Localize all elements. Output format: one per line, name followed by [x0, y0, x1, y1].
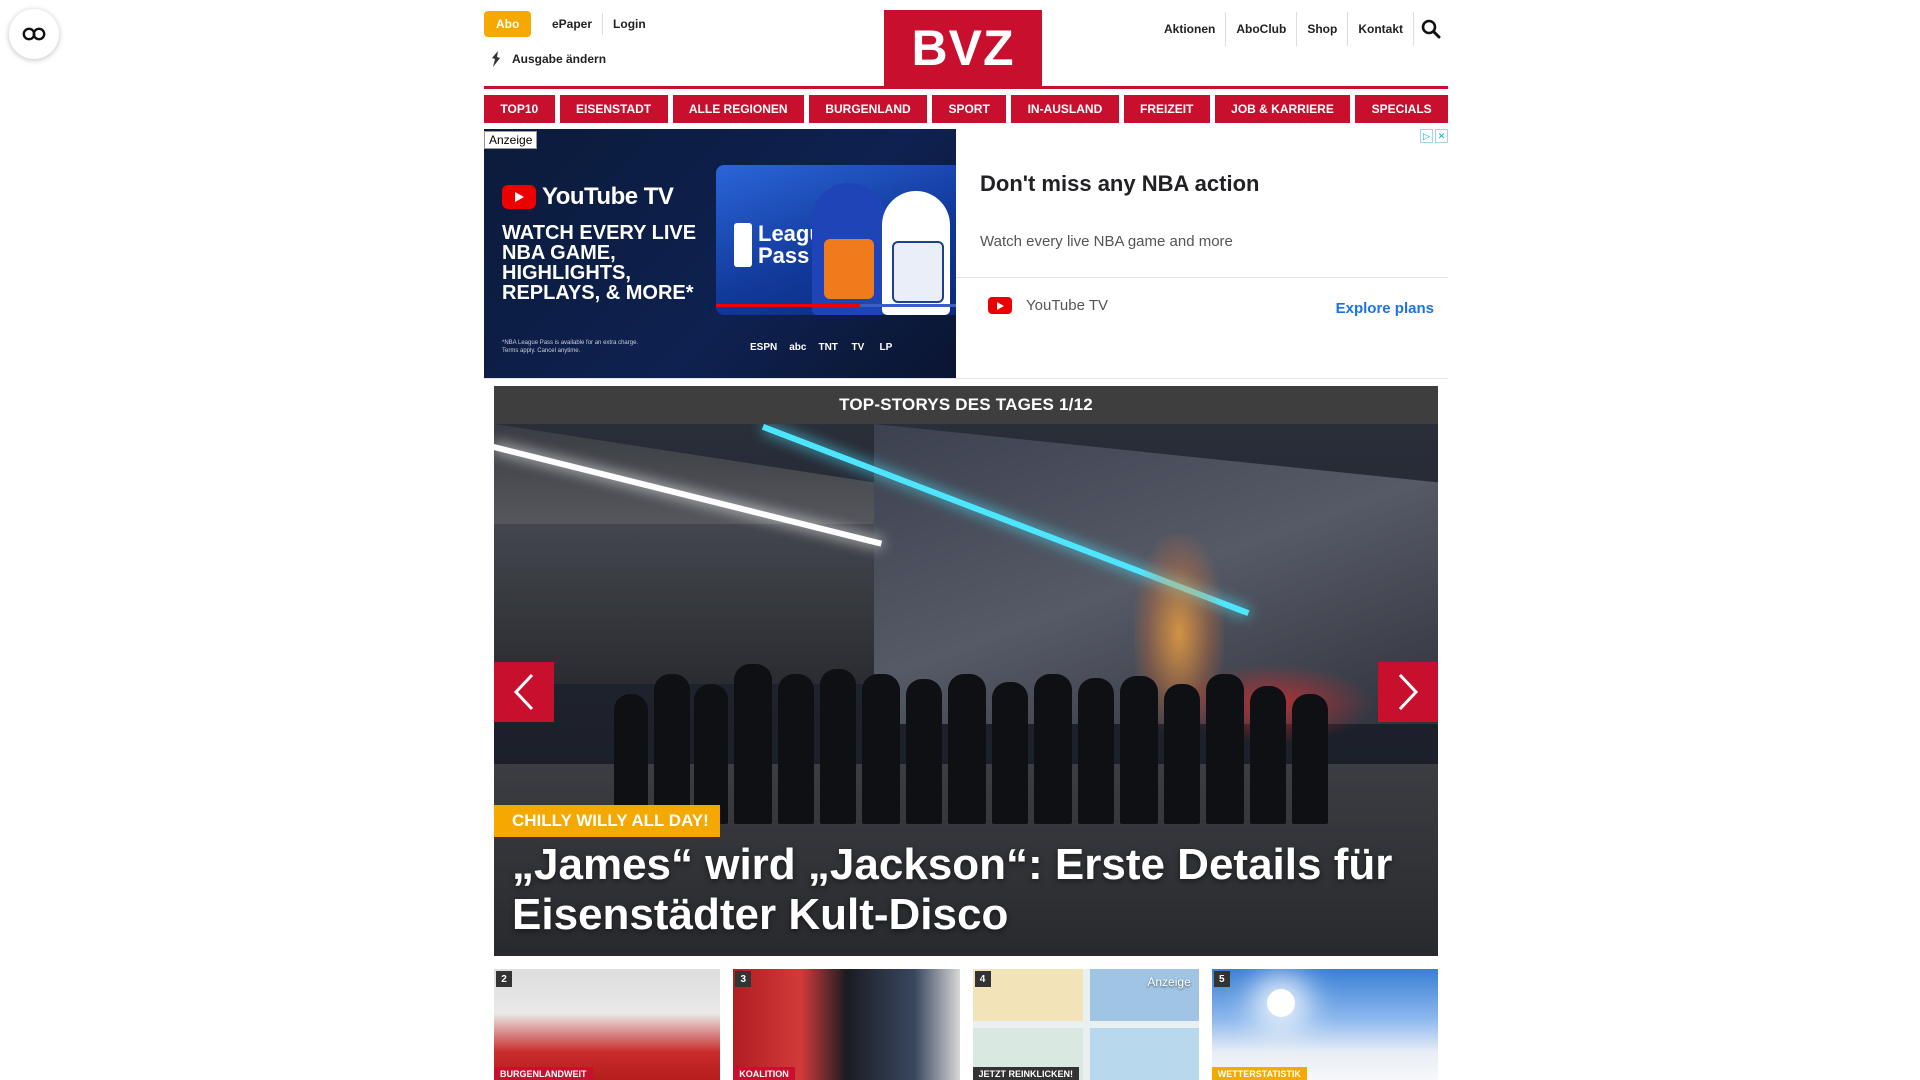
ad-headline: WATCH EVERY LIVE NBA GAME, HIGHLIGHTS, R… [502, 222, 697, 304]
abo-button[interactable]: Abo [484, 11, 532, 37]
network-logo: LP [879, 341, 893, 353]
main-navigation: TOP10 EISENSTADT ALLE REGIONEN BURGENLAN… [484, 95, 1449, 123]
video-progress [716, 304, 956, 307]
previous-slide-button[interactable] [494, 662, 554, 722]
close-icon[interactable]: ✕ [1435, 129, 1448, 143]
sun-image [1266, 989, 1295, 1017]
top-stories: TOP-STORYS DES TAGES 1/12 CHILLY WILLY A… [494, 386, 1438, 956]
ad-fine-print: *NBA League Pass is available for an ext… [502, 340, 639, 354]
shop-link[interactable]: Shop [1296, 12, 1347, 46]
edition-icon [492, 51, 500, 67]
player-image [812, 183, 886, 315]
change-edition-link[interactable]: Ausgabe ändern [490, 50, 606, 68]
nav-job-karriere[interactable]: JOB & KARRIERE [1214, 95, 1351, 123]
next-slide-button[interactable] [1378, 662, 1438, 722]
story-thumbnail[interactable]: 2 BURGENLANDWEIT [494, 969, 721, 1080]
ad-title[interactable]: Don't miss any NBA action [980, 171, 1259, 197]
nav-eisenstadt[interactable]: EISENSTADT [559, 95, 668, 123]
thumbnail-number: 5 [1213, 971, 1230, 987]
ad-creative[interactable]: Anzeige YouTube TV WATCH EVERY LIVE NBA … [484, 129, 956, 378]
nav-specials[interactable]: SPECIALS [1355, 95, 1449, 123]
ad-text-panel[interactable]: ▷ ✕ Don't miss any NBA action Watch ever… [956, 129, 1448, 378]
chevron-left-icon [513, 673, 534, 711]
thumbnail-category: BURGENLANDWEIT [494, 1067, 593, 1080]
ad-advertiser: YouTube TV [988, 297, 1108, 314]
network-logo: TNT [818, 341, 838, 353]
ad-label: Anzeige [484, 131, 538, 149]
story-thumbnail[interactable]: 4 Anzeige JETZT REINKLICKEN! [972, 969, 1199, 1080]
network-logo: abc [789, 341, 807, 353]
glasses-icon [22, 27, 46, 41]
nav-top10[interactable]: TOP10 [484, 95, 555, 123]
nba-logo-icon [734, 223, 752, 267]
nav-in-ausland[interactable]: IN-AUSLAND [1011, 95, 1119, 123]
thumbnail-category: WETTERSTATISTIK [1211, 1067, 1307, 1080]
youtube-tv-logo: YouTube TV [502, 183, 674, 211]
ad-league-pass-panel: League Pass [716, 165, 956, 315]
epaper-link[interactable]: ePaper [542, 13, 602, 35]
advertisement[interactable]: Anzeige YouTube TV WATCH EVERY LIVE NBA … [484, 129, 1448, 379]
top-links: ePaper Login [542, 13, 656, 35]
league-pass-badge: League Pass [734, 221, 836, 268]
divider [956, 277, 1448, 278]
story-thumbnail[interactable]: 3 KOALITION [733, 969, 960, 1080]
thumbnail-number: 3 [735, 971, 752, 987]
chevron-right-icon [1398, 673, 1419, 711]
nav-alle-regionen[interactable]: ALLE REGIONEN [672, 95, 804, 123]
page-container: Abo ePaper Login Ausgabe ändern BVZ Akti… [484, 0, 1449, 379]
youtube-icon [988, 297, 1012, 314]
top-stories-heading: TOP-STORYS DES TAGES 1/12 [494, 386, 1438, 424]
kontakt-link[interactable]: Kontakt [1347, 12, 1413, 46]
ad-advertiser-name: YouTube TV [1026, 297, 1109, 314]
ad-label: Anzeige [1147, 975, 1191, 989]
thumbnail-category: JETZT REINKLICKEN! [972, 1067, 1079, 1080]
crowd [614, 644, 1334, 824]
network-logos: ESPN abc TNT TV LP [750, 339, 894, 355]
header-right-links: Aktionen AboClub Shop Kontakt [1154, 12, 1448, 46]
search-icon [1421, 19, 1441, 39]
story-thumbnails: 2 BURGENLANDWEIT 3 KOALITION 4 Anzeige J… [494, 969, 1438, 1080]
story-headline[interactable]: „James“ wird „Jackson“: Erste Details fü… [512, 840, 1412, 940]
network-logo: ESPN [750, 341, 778, 353]
story-kicker: CHILLY WILLY ALL DAY! [494, 805, 720, 837]
ad-choices[interactable]: ▷ ✕ [1420, 129, 1448, 143]
site-logo[interactable]: BVZ [884, 10, 1042, 86]
video-progress-fill [716, 304, 860, 307]
league-pass-label: League Pass [758, 221, 836, 268]
ad-brand-text: YouTube TV [542, 183, 674, 210]
story-thumbnail[interactable]: 5 WETTERSTATISTIK [1211, 969, 1438, 1080]
adchoices-icon[interactable]: ▷ [1420, 129, 1433, 143]
thumbnail-number: 4 [974, 971, 991, 987]
story-slide[interactable]: CHILLY WILLY ALL DAY! „James“ wird „Jack… [494, 424, 1438, 956]
nav-freizeit[interactable]: FREIZEIT [1123, 95, 1210, 123]
site-header: Abo ePaper Login Ausgabe ändern BVZ Akti… [484, 0, 1448, 89]
explore-plans-link[interactable]: Explore plans [1336, 300, 1434, 317]
thumbnail-number: 2 [496, 971, 512, 987]
change-edition-label: Ausgabe ändern [512, 52, 607, 66]
ad-description: Watch every live NBA game and more [980, 233, 1233, 250]
aktionen-link[interactable]: Aktionen [1154, 12, 1225, 46]
aboclub-link[interactable]: AboClub [1225, 12, 1296, 46]
player-image [882, 191, 950, 315]
reader-mode-button[interactable] [9, 9, 59, 59]
thumbnail-category: KOALITION [733, 1067, 795, 1080]
network-logo: TV [851, 341, 865, 353]
search-button[interactable] [1413, 12, 1448, 46]
login-link[interactable]: Login [602, 13, 656, 35]
nav-burgenland[interactable]: BURGENLAND [808, 95, 928, 123]
nav-sport[interactable]: SPORT [932, 95, 1007, 123]
play-icon [502, 185, 536, 209]
